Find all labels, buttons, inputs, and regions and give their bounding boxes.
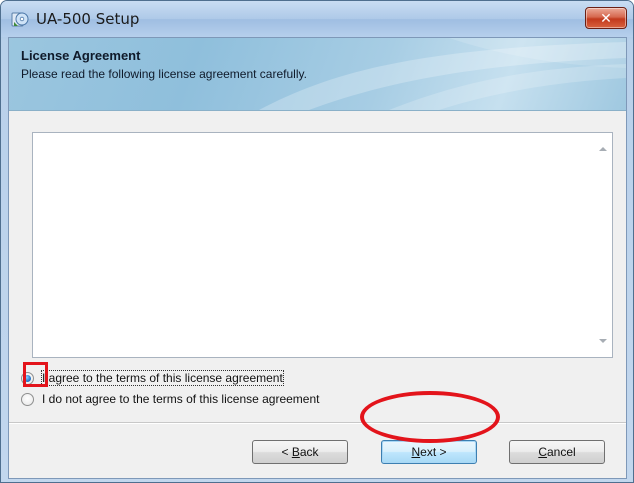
back-prefix: < [281, 445, 292, 459]
button-area-divider [9, 422, 626, 424]
agree-option[interactable]: I agree to the terms of this license agr… [21, 369, 284, 387]
close-button[interactable]: ✕ [585, 7, 627, 29]
license-scrollbar[interactable] [595, 133, 612, 357]
next-rest: ext > [420, 445, 447, 459]
close-icon: ✕ [600, 10, 612, 26]
dialog-client-area: License Agreement Please read the follow… [8, 37, 627, 479]
back-mnemonic: B [291, 445, 300, 459]
disagree-radio[interactable] [21, 392, 34, 406]
setup-disc-icon [11, 12, 29, 27]
header-banner: License Agreement Please read the follow… [9, 38, 626, 111]
back-rest: ack [299, 445, 319, 459]
disagree-option[interactable]: I do not agree to the terms of this lice… [21, 390, 320, 408]
license-text-box[interactable] [32, 132, 613, 358]
setup-window: UA-500 Setup ✕ License Agreement Please … [0, 0, 634, 483]
cancel-mnemonic: C [538, 445, 547, 459]
next-button[interactable]: Next > [381, 440, 477, 464]
title-bar: UA-500 Setup ✕ [1, 1, 633, 37]
scroll-up-arrow-icon[interactable] [599, 147, 607, 151]
disagree-label[interactable]: I do not agree to the terms of this lice… [42, 392, 320, 406]
back-button[interactable]: < Back [252, 440, 348, 464]
next-mnemonic: N [411, 445, 421, 459]
scroll-down-arrow-icon[interactable] [599, 339, 607, 343]
agree-label[interactable]: I agree to the terms of this license agr… [41, 370, 284, 386]
banner-subtitle: Please read the following license agreem… [21, 67, 307, 81]
cancel-rest: ancel [546, 445, 576, 459]
banner-title: License Agreement [21, 48, 141, 63]
window-title: UA-500 Setup [36, 10, 140, 28]
cancel-button[interactable]: Cancel [509, 440, 605, 464]
agree-radio-highlight [23, 362, 48, 387]
